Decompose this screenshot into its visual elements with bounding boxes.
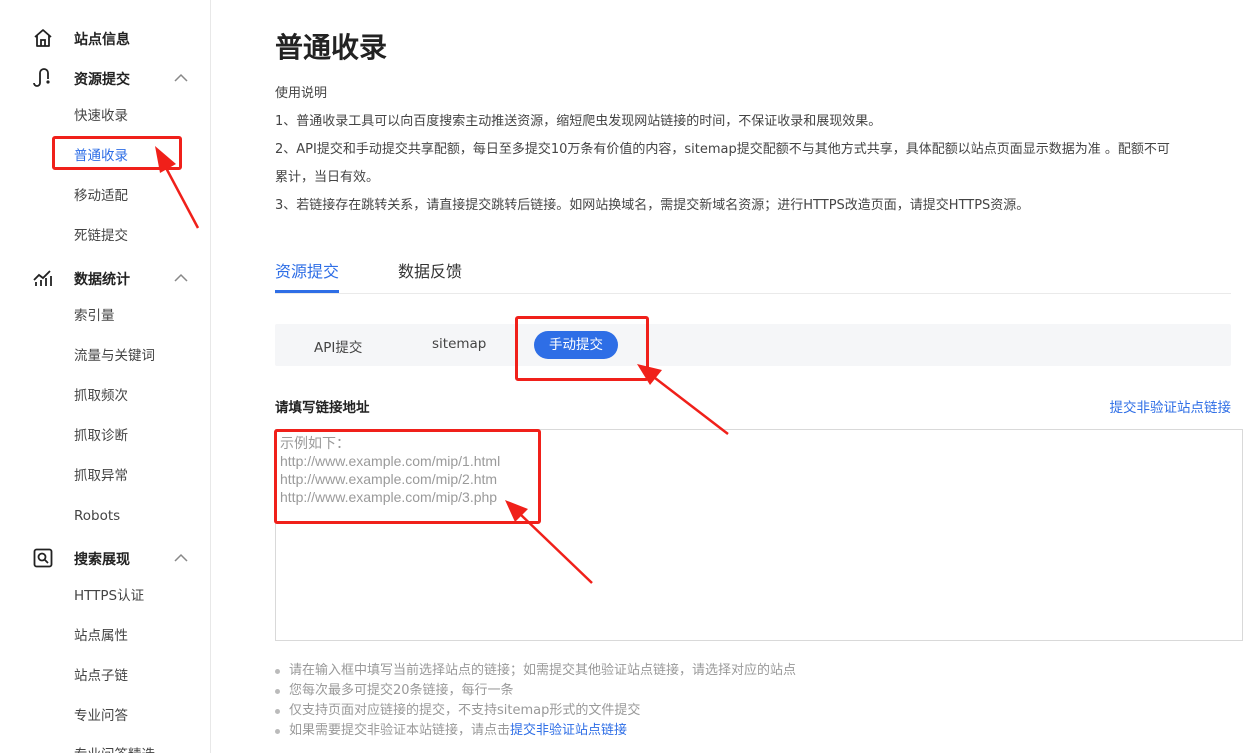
sidebar-item-robots[interactable]: Robots (74, 506, 120, 526)
arrow-manual-tab (637, 364, 729, 435)
sidebar: 站点信息 资源提交 快速收录 普通收录 移动适配 死链提交 数据统计 索引量 流… (0, 0, 211, 753)
chevron-up-icon[interactable] (173, 270, 189, 286)
subtab-api[interactable]: API提交 (314, 336, 362, 356)
sidebar-item-crawl-frequency[interactable]: 抓取频次 (74, 386, 128, 406)
note-item: 仅支持页面对应链接的提交，不支持sitemap形式的文件提交 (275, 701, 796, 721)
sidebar-item-dead-link[interactable]: 死链提交 (74, 226, 128, 246)
sidebar-item-site-sublinks[interactable]: 站点子链 (74, 666, 128, 686)
main-tabs: 资源提交 数据反馈 (275, 254, 1231, 294)
usage-line: 累计，当日有效。 (275, 170, 380, 185)
tab-resource-submit[interactable]: 资源提交 (275, 258, 339, 282)
sidebar-item-crawl-error[interactable]: 抓取异常 (74, 466, 128, 486)
usage-line: 1、普通收录工具可以向百度搜索主动推送资源，缩短爬虫发现网站链接的时间，不保证收… (275, 114, 882, 129)
highlight-box-sidebar (52, 136, 182, 170)
search-display-icon (33, 548, 53, 568)
highlight-box-textarea (274, 429, 541, 524)
chevron-up-icon[interactable] (173, 70, 189, 86)
sidebar-group-data-stats[interactable]: 数据统计 (0, 258, 210, 298)
usage-title: 使用说明 (275, 86, 328, 101)
sidebar-group-label: 数据统计 (74, 272, 130, 288)
note-unverified-link[interactable]: 提交非验证站点链接 (510, 723, 627, 738)
active-tab-indicator (275, 290, 339, 293)
url-field-label: 请填写链接地址 (275, 400, 370, 416)
sidebar-group-label: 资源提交 (74, 72, 130, 88)
highlight-box-manual-tab (515, 316, 649, 381)
submit-method-tabs: API提交 sitemap 手动提交 (275, 324, 1231, 366)
sidebar-item-crawl-diagnosis[interactable]: 抓取诊断 (74, 426, 128, 446)
sidebar-item-mobile-adapt[interactable]: 移动适配 (74, 186, 128, 206)
notes-list: 请在输入框中填写当前选择站点的链接；如需提交其他验证站点链接，请选择对应的站点 … (275, 661, 796, 741)
note-item: 您每次最多可提交20条链接，每行一条 (275, 681, 796, 701)
subtab-sitemap[interactable]: sitemap (432, 336, 486, 352)
usage-line: 3、若链接存在跳转关系，请直接提交跳转后链接。如网站换域名，需提交新域名资源；进… (275, 198, 1030, 213)
sidebar-item-traffic-keywords[interactable]: 流量与关键词 (74, 346, 155, 366)
chevron-up-icon[interactable] (173, 550, 189, 566)
sidebar-group-site-info[interactable]: 站点信息 (0, 18, 210, 58)
sidebar-group-label: 站点信息 (74, 32, 130, 48)
sidebar-group-resource-submit[interactable]: 资源提交 (0, 58, 210, 98)
note-item: 如果需要提交非验证本站链接，请点击提交非验证站点链接 (275, 721, 796, 741)
submit-unverified-link[interactable]: 提交非验证站点链接 (1110, 396, 1232, 416)
home-icon (34, 29, 52, 47)
page-title: 普通收录 (275, 31, 388, 64)
note-item: 请在输入框中填写当前选择站点的链接；如需提交其他验证站点链接，请选择对应的站点 (275, 661, 796, 681)
sidebar-item-index-volume[interactable]: 索引量 (74, 306, 115, 326)
sidebar-item-site-attributes[interactable]: 站点属性 (74, 626, 128, 646)
sidebar-item-https-auth[interactable]: HTTPS认证 (74, 586, 144, 606)
link-submit-icon (33, 68, 50, 87)
sidebar-item-pro-qa-featured[interactable]: 专业问答精选 (74, 745, 155, 753)
stats-chart-icon (33, 270, 52, 286)
sidebar-group-label: 搜索展现 (74, 552, 130, 568)
sidebar-item-pro-qa[interactable]: 专业问答 (74, 706, 128, 726)
tab-data-feedback[interactable]: 数据反馈 (398, 258, 462, 282)
usage-line: 2、API提交和手动提交共享配额，每日至多提交10万条有价值的内容，sitema… (275, 142, 1170, 157)
sidebar-group-search-display[interactable]: 搜索展现 (0, 538, 210, 578)
sidebar-item-quick-index[interactable]: 快速收录 (74, 106, 128, 126)
note-text: 如果需要提交非验证本站链接，请点击 (289, 723, 511, 738)
